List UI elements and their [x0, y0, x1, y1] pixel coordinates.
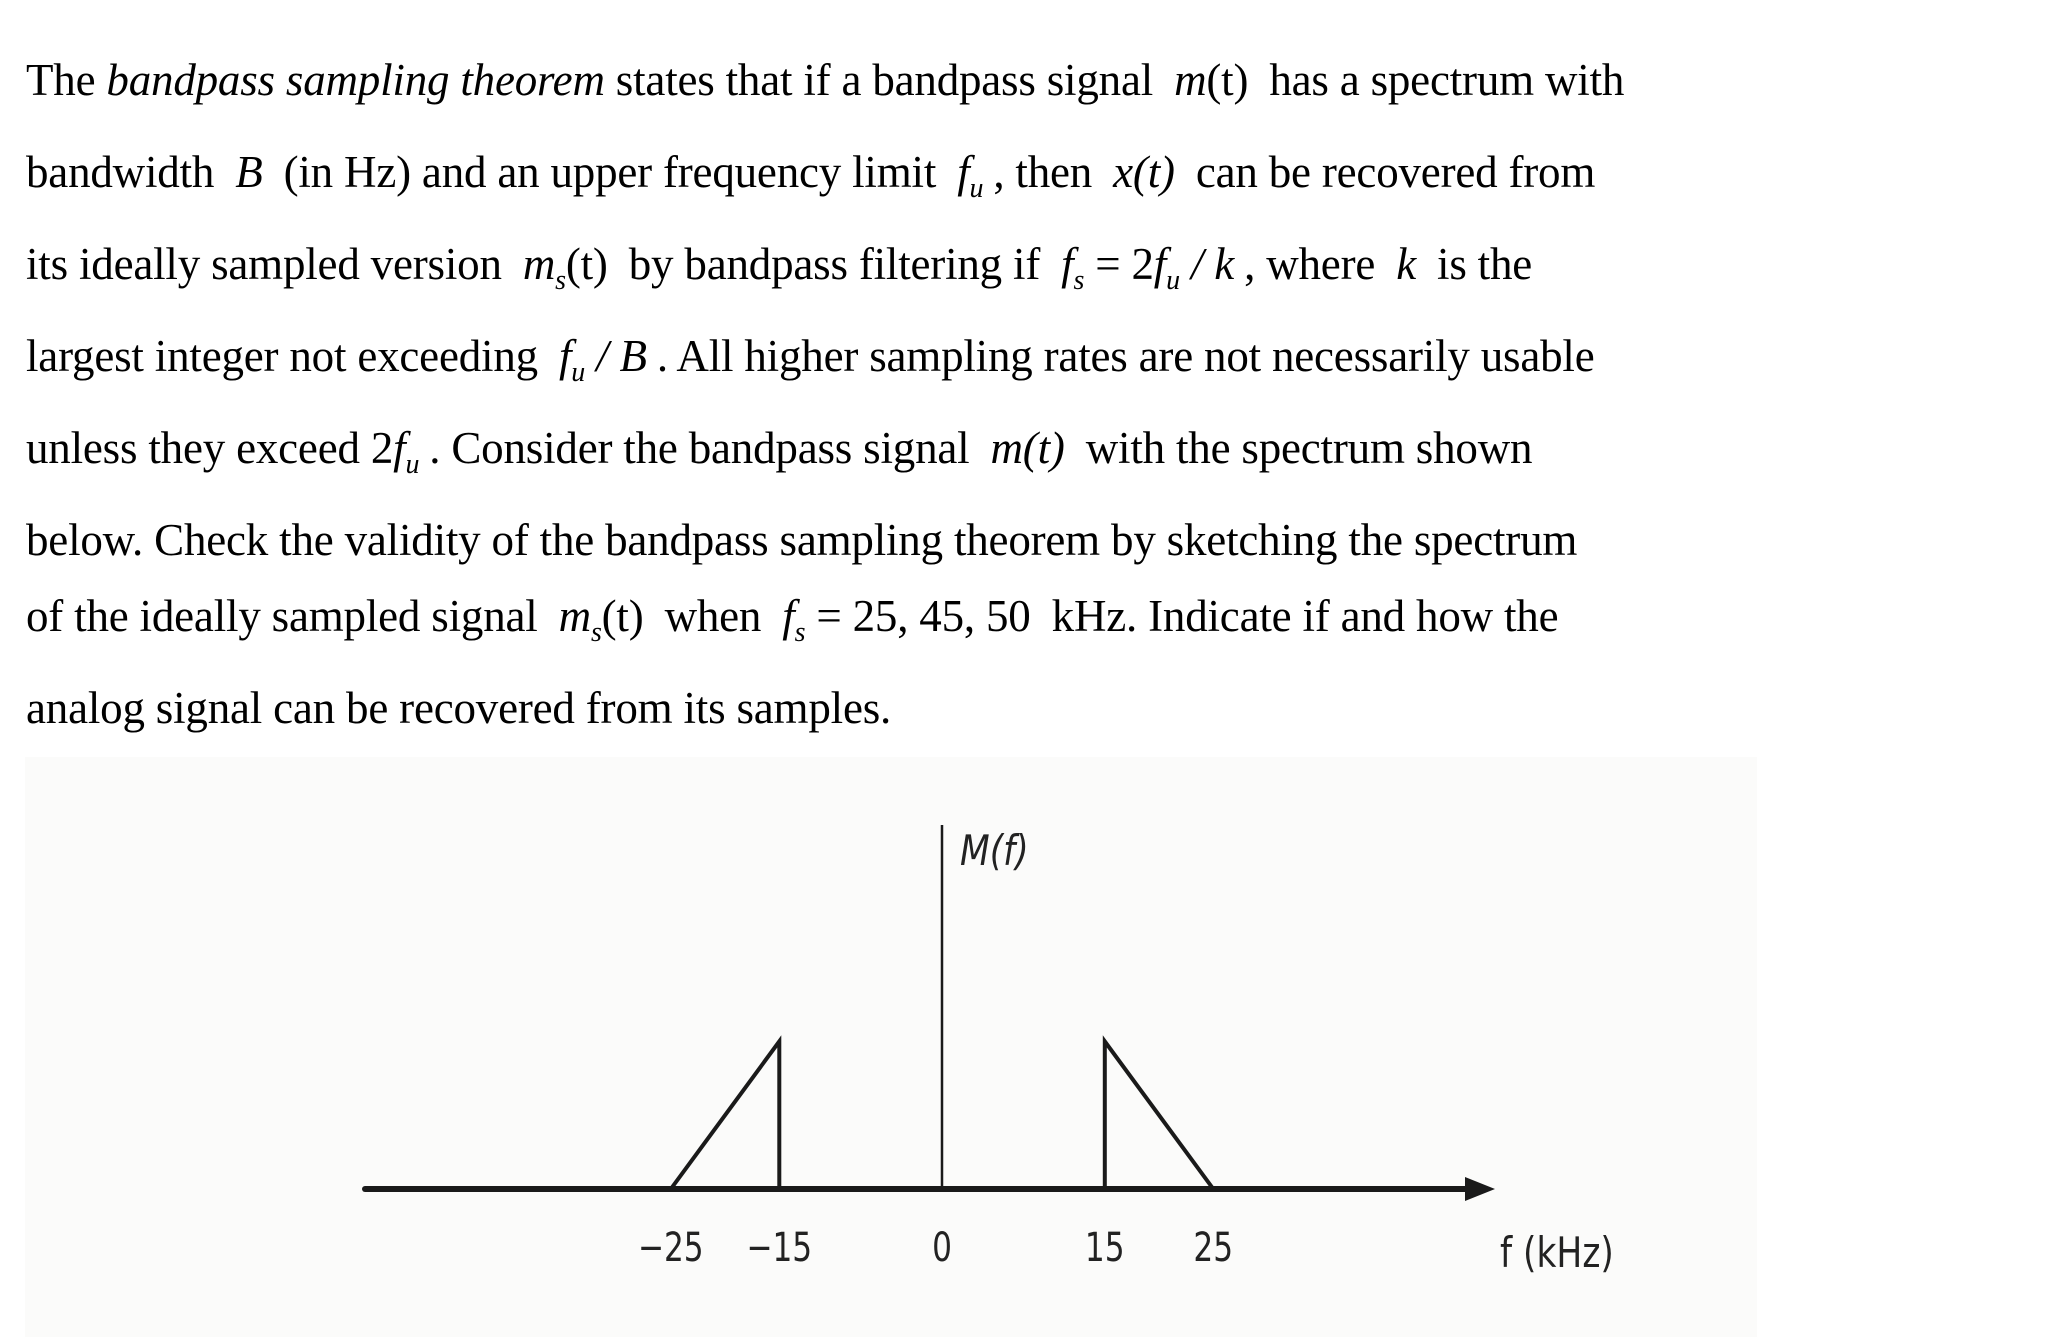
spectrum-band-positive: [1102, 1035, 1215, 1191]
spectrum-figure: −25 −15 0 15 25 M(f) f (kHz): [25, 757, 1757, 1337]
ratio-fu-over-B: fu / B: [558, 331, 647, 388]
tick-label: 25: [1193, 1225, 1233, 1271]
bandwidth-B: B: [235, 147, 263, 197]
problem-line-6: below. Check the validity of the bandpas…: [26, 515, 1578, 565]
signal-x-of-t: x(t): [1113, 147, 1175, 197]
sampled-signal-ms: ms(t): [558, 591, 644, 648]
sampled-signal-ms: ms(t): [522, 239, 608, 296]
integer-k: k: [1396, 239, 1416, 289]
tick-label: 15: [1085, 1225, 1125, 1271]
problem-line-4: largest integer not exceeding fu / B. Al…: [26, 331, 1595, 388]
x-axis-label: f (kHz): [1500, 1229, 1614, 1278]
tick-label: −25: [638, 1225, 704, 1271]
y-axis-label: M(f): [960, 827, 1029, 876]
twice-fu: 2fu: [370, 423, 420, 480]
signal-m-of-t: m(t): [990, 423, 1065, 473]
spectrum-band-negative: [669, 1035, 782, 1191]
upper-frequency-fu: fu: [957, 147, 984, 204]
problem-line-2: bandwidth B (in Hz) and an upper frequen…: [26, 147, 1596, 204]
sampling-rate-formula: fs = 2fu / k: [1061, 239, 1235, 296]
problem-line-1: The bandpass sampling theorem states tha…: [26, 55, 1625, 105]
signal-m-of-t: m(t): [1174, 55, 1249, 105]
problem-line-8: analog signal can be recovered from its …: [26, 683, 892, 733]
sampling-rates: fs = 25, 45, 50: [782, 591, 1031, 648]
problem-line-5: unless they exceed 2fu. Consider the ban…: [26, 423, 1533, 480]
theorem-name: bandpass sampling theorem: [106, 55, 605, 105]
problem-line-3: its ideally sampled version ms(t) by ban…: [26, 239, 1533, 296]
tick-label: −15: [746, 1225, 812, 1271]
tick-label: 0: [932, 1225, 952, 1271]
problem-line-7: of the ideally sampled signal ms(t) when…: [26, 591, 1559, 648]
spectrum-plot: −25 −15 0 15 25 M(f) f (kHz): [362, 825, 1614, 1278]
axis-arrow-icon: [1465, 1177, 1495, 1201]
